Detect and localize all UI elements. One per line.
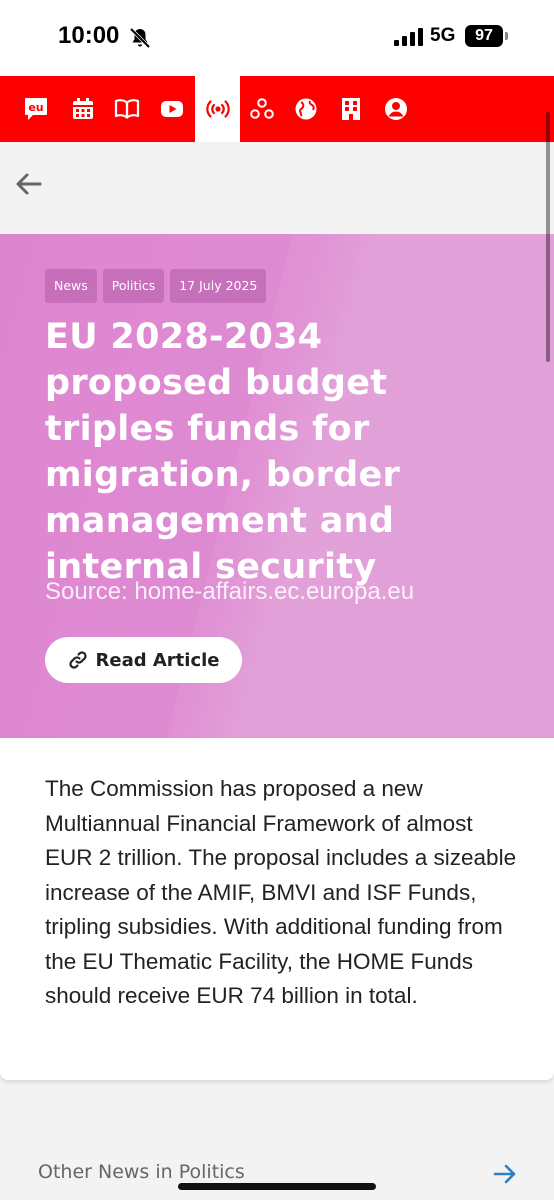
network-type: 5G: [430, 25, 456, 46]
back-arrow-icon[interactable]: [12, 168, 44, 200]
tag-category[interactable]: News: [45, 269, 97, 303]
nav-profile[interactable]: [374, 76, 418, 142]
bell-muted-icon: [129, 27, 151, 49]
calendar-icon: [73, 98, 93, 119]
nav-eu-logo[interactable]: eu: [14, 76, 58, 142]
article-title: EU 2028-2034 proposed budget triples fun…: [45, 317, 401, 587]
status-time: 10:00: [58, 22, 120, 49]
network-icon: [250, 98, 274, 119]
eu-logo-icon: eu: [25, 98, 47, 120]
other-news-link[interactable]: Other News in Politics: [38, 1161, 245, 1183]
nav-live[interactable]: [195, 76, 240, 142]
article-hero: News Politics 17 July 2025 EU 2028-2034 …: [0, 234, 554, 738]
top-navbar: eu: [0, 76, 554, 142]
status-bar: 10:00 5G 97: [0, 0, 554, 76]
battery-icon: 97: [465, 25, 503, 47]
nav-globe[interactable]: [284, 76, 328, 142]
signal-icon: [394, 28, 423, 46]
svg-text:eu: eu: [28, 101, 43, 114]
article-source: Source: home-affairs.ec.europa.eu: [45, 578, 415, 605]
arrow-right-icon[interactable]: [492, 1162, 518, 1186]
article-tags: News Politics 17 July 2025: [45, 269, 267, 303]
building-icon: [342, 98, 360, 120]
nav-building[interactable]: [329, 76, 373, 142]
youtube-icon: [161, 101, 183, 117]
home-indicator[interactable]: [178, 1183, 376, 1190]
user-icon: [385, 98, 407, 120]
article-summary-card: The Commission has proposed a new Multia…: [0, 738, 554, 1080]
nav-youtube[interactable]: [150, 76, 194, 142]
battery-cap: [505, 32, 508, 40]
broadcast-icon: [205, 100, 230, 118]
read-article-button[interactable]: Read Article: [45, 637, 242, 683]
book-icon: [114, 99, 140, 119]
nav-network[interactable]: [240, 76, 284, 142]
globe-icon: [295, 98, 317, 120]
article-summary: The Commission has proposed a new Multia…: [45, 776, 517, 1008]
tag-topic[interactable]: Politics: [102, 269, 165, 303]
back-bar: [0, 142, 554, 234]
nav-book[interactable]: [105, 76, 149, 142]
link-icon: [68, 651, 87, 669]
scrollbar[interactable]: [546, 112, 550, 362]
read-article-label: Read Article: [95, 649, 220, 671]
nav-calendar[interactable]: [61, 76, 105, 142]
tag-date: 17 July 2025: [170, 269, 267, 303]
